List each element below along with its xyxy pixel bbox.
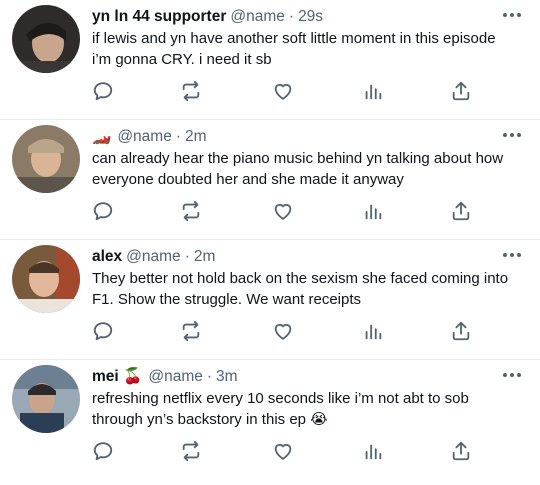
more-icon[interactable] [502,368,522,382]
tweet-text: can already hear the piano music behind … [92,150,504,188]
reply-button[interactable] [92,80,116,104]
tweet[interactable]: mei 🍒 @name · 3m refreshing netflix every 1… [0,360,540,485]
reply-button[interactable] [92,200,116,224]
tweet-actions [92,440,472,464]
share-button[interactable] [450,200,474,224]
stats-button[interactable] [362,320,386,344]
tweet-actions [92,320,472,344]
separator-dot: · [288,8,295,25]
stats-icon [365,324,382,340]
share-button[interactable] [450,80,474,104]
cherry-emoji: 🍒 [123,368,143,385]
share-button[interactable] [450,320,474,344]
display-name[interactable]: yn ln 44 supporter [92,8,226,25]
reply-button[interactable] [92,320,116,344]
share-icon [452,201,470,221]
reply-button[interactable] [92,440,116,464]
handle[interactable]: @name [126,248,181,265]
stats-icon [365,444,382,460]
stats-icon [365,204,382,220]
like-button[interactable] [272,80,296,104]
reply-icon [93,82,113,101]
timestamp[interactable]: 2m [185,128,207,145]
like-button[interactable] [272,320,296,344]
timestamp[interactable]: 29s [298,8,323,25]
retweet-icon [182,440,200,462]
separator-dot: · [175,128,181,145]
retweet-button[interactable] [180,80,204,104]
like-icon [274,83,292,100]
display-name-emoji[interactable]: 🏎️ [92,128,111,145]
stats-button[interactable] [362,80,386,104]
tweet-text: if lewis and yn have another soft little… [92,30,496,68]
stats-button[interactable] [362,440,386,464]
more-icon[interactable] [502,128,522,142]
tweet[interactable]: alex @name · 2m They better not hold back o… [0,240,540,360]
display-name[interactable]: alex [92,248,122,265]
share-icon [452,81,470,101]
retweet-button[interactable] [180,440,204,464]
like-icon [274,203,292,220]
retweet-icon [182,80,200,102]
reply-icon [93,322,113,341]
avatar[interactable] [12,365,80,433]
separator-dot: · [184,248,190,265]
tweet-actions [92,80,472,104]
reply-icon [93,202,113,221]
tweet-feed: yn ln 44 supporter @name · 29s if lewis and… [0,0,540,485]
handle[interactable]: @name [148,368,203,385]
tweet-header: yn ln 44 supporter @name · 29s [92,7,490,27]
retweet-button[interactable] [180,200,204,224]
like-icon [274,323,292,340]
share-icon [452,321,470,341]
handle[interactable]: @name [230,8,285,25]
share-icon [452,441,470,461]
tweet-text: refreshing netflix every 10 seconds like… [92,390,469,428]
tweet-header: mei 🍒 @name · 3m [92,367,490,387]
avatar[interactable] [12,5,80,73]
avatar[interactable] [12,125,80,193]
retweet-icon [182,320,200,342]
reply-icon [93,442,113,461]
stats-icon [365,84,382,100]
handle[interactable]: @name [117,128,172,145]
retweet-icon [182,200,200,222]
tweet[interactable]: yn ln 44 supporter @name · 29s if lewis and… [0,0,540,120]
tweet-text: They better not hold back on the sexism … [92,270,509,308]
display-name[interactable]: mei [92,368,119,385]
timestamp[interactable]: 3m [216,368,238,385]
tweet-actions [92,200,472,224]
like-icon [274,443,292,460]
share-button[interactable] [450,440,474,464]
like-button[interactable] [272,440,296,464]
tweet-header: 🏎️ @name · 2m [92,127,490,147]
separator-dot: · [206,368,213,385]
tweet[interactable]: 🏎️ @name · 2m can already hear the piano mu… [0,120,540,240]
avatar[interactable] [12,245,80,313]
retweet-button[interactable] [180,320,204,344]
timestamp[interactable]: 2m [194,248,216,265]
more-icon[interactable] [502,248,522,262]
stats-button[interactable] [362,200,386,224]
more-icon[interactable] [502,8,522,22]
tweet-header: alex @name · 2m [92,247,490,267]
like-button[interactable] [272,200,296,224]
